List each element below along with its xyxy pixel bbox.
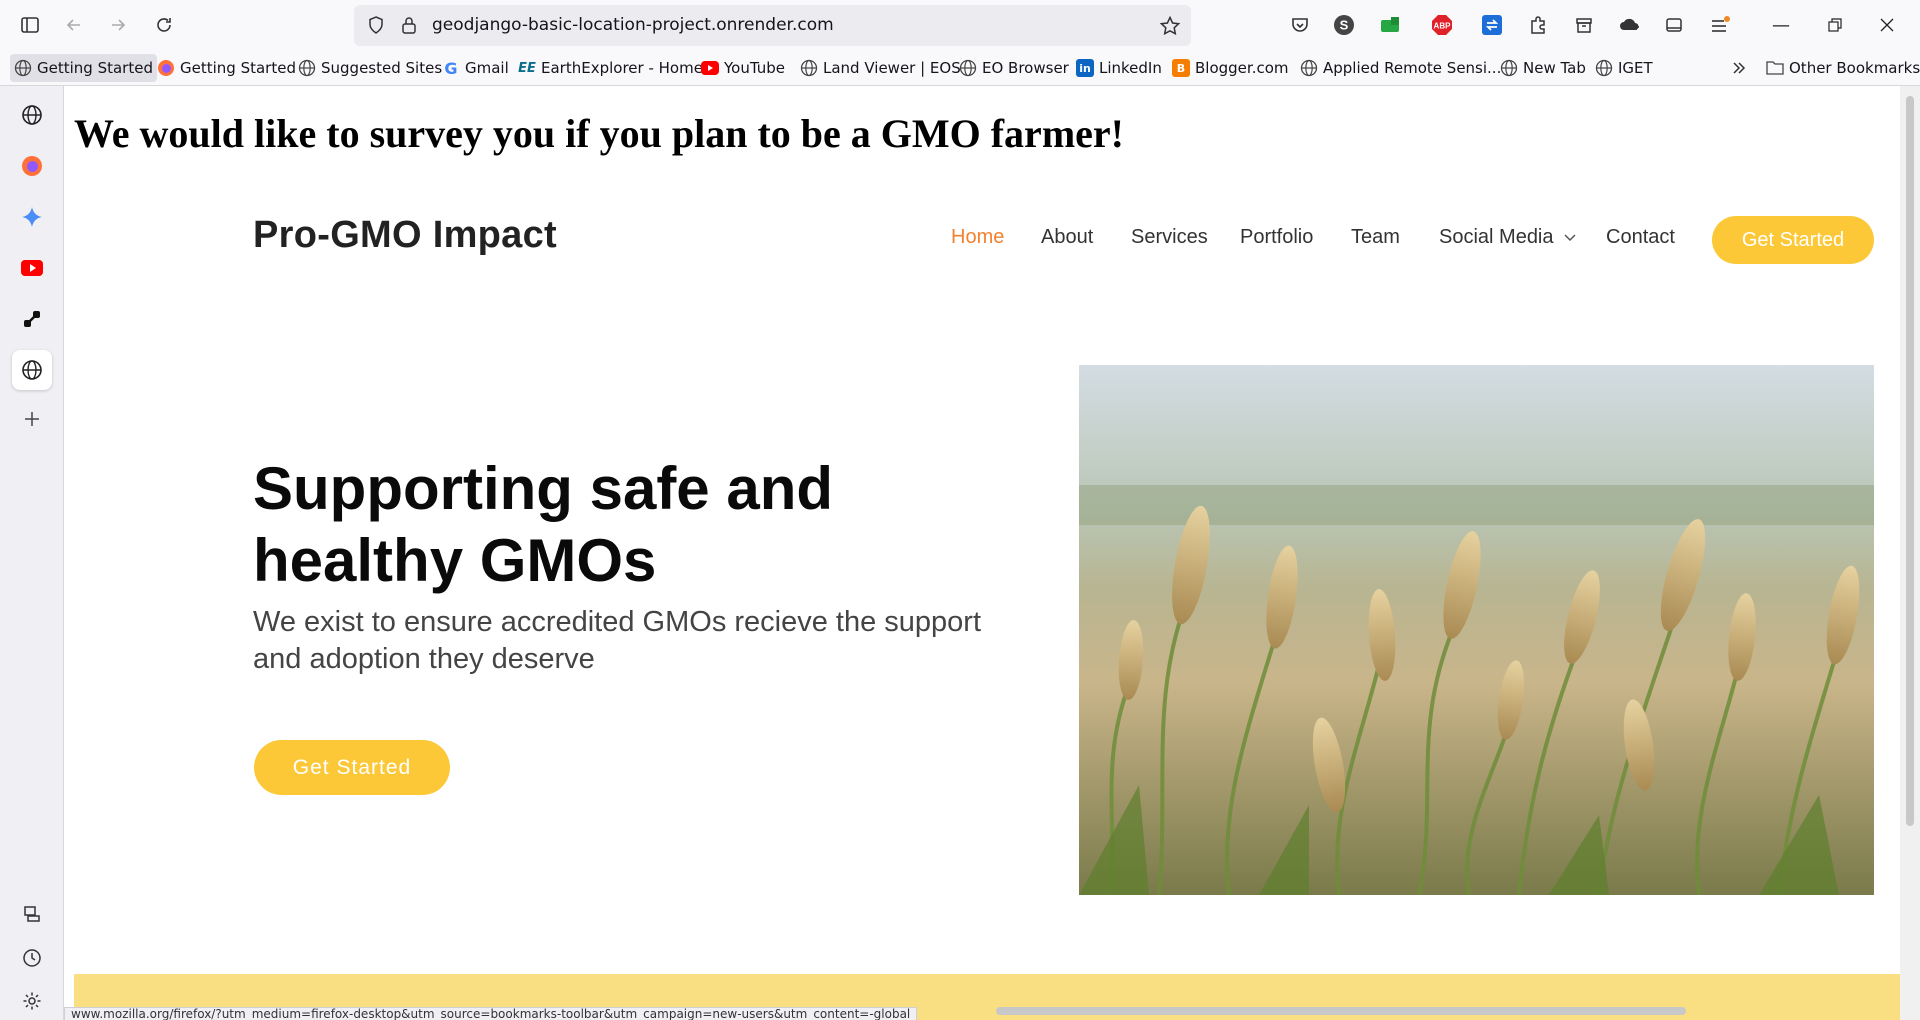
svg-text:S: S [1340, 18, 1349, 33]
bookmark-item[interactable]: YouTube [697, 54, 789, 82]
bookmarks-overflow-chevron-icon[interactable] [1726, 54, 1752, 82]
horizontal-scrollbar-thumb[interactable] [996, 1007, 1686, 1015]
settings-gear-icon[interactable] [12, 981, 52, 1020]
svg-text:ABP: ABP [1434, 22, 1452, 31]
skype-extension-icon[interactable]: S [1331, 12, 1357, 38]
chevron-down-icon [1564, 234, 1576, 242]
forward-icon[interactable] [96, 3, 140, 47]
nav-about[interactable]: About [1041, 226, 1093, 249]
nav-services[interactable]: Services [1131, 226, 1208, 249]
menu-icon[interactable] [1707, 12, 1733, 38]
history-clock-icon[interactable] [12, 938, 52, 978]
restore-icon[interactable] [1820, 10, 1850, 40]
shield-icon[interactable] [366, 15, 386, 39]
bookmark-item[interactable]: B Blogger.com [1168, 54, 1293, 82]
bookmark-item[interactable]: in LinkedIn [1072, 54, 1166, 82]
reload-icon[interactable] [142, 3, 186, 47]
globe-icon [1595, 59, 1613, 77]
add-icon[interactable] [12, 399, 52, 439]
vertical-scrollbar-thumb[interactable] [1906, 96, 1914, 826]
bookmark-item[interactable]: EE EarthExplorer - Home [514, 54, 707, 82]
nav-team[interactable]: Team [1351, 226, 1400, 249]
hero-subtitle-line: and adoption they deserve [253, 643, 595, 675]
back-icon[interactable] [52, 3, 96, 47]
wheat-field-image [1079, 365, 1874, 895]
extensions-puzzle-icon[interactable] [1525, 12, 1551, 38]
globe-icon [1500, 59, 1518, 77]
close-icon[interactable] [1872, 10, 1902, 40]
globe-icon [298, 59, 316, 77]
nav-contact[interactable]: Contact [1606, 226, 1675, 249]
folder-icon [1766, 59, 1784, 77]
bookmark-item[interactable]: Getting Started [10, 54, 157, 82]
hero-title: Supporting safe and healthy GMOs [253, 453, 953, 597]
status-url-tooltip: www.mozilla.org/firefox/?utm_medium=fire… [64, 1007, 918, 1020]
sync-extension-icon[interactable] [1479, 12, 1505, 38]
browser-toolbar: geodjango-basic-location-project.onrende… [0, 0, 1920, 50]
survey-banner-heading: We would like to survey you if you plan … [74, 111, 1124, 156]
lock-icon[interactable] [400, 15, 418, 39]
globe-icon[interactable] [12, 95, 52, 135]
customize-sidebar-icon[interactable] [12, 894, 52, 934]
blogger-icon: B [1172, 59, 1190, 77]
bookmark-star-icon[interactable] [1159, 15, 1181, 41]
firefox-icon[interactable] [12, 146, 52, 186]
globe-icon [1300, 59, 1318, 77]
nav-get-started-button[interactable]: Get Started [1712, 216, 1874, 264]
nav-portfolio[interactable]: Portfolio [1240, 226, 1313, 249]
cloud-sync-icon[interactable] [1617, 12, 1643, 38]
globe-icon [800, 59, 818, 77]
green-extension-icon[interactable] [1377, 12, 1403, 38]
hero-title-line: healthy GMOs [253, 527, 657, 594]
linkedin-icon: in [1076, 59, 1094, 77]
url-bar[interactable]: geodjango-basic-location-project.onrende… [354, 5, 1191, 46]
other-bookmarks[interactable]: Other Bookmarks [1762, 54, 1920, 82]
youtube-icon[interactable] [12, 248, 52, 288]
earthexplorer-icon: EE [518, 60, 536, 76]
bookmark-item[interactable]: G Gmail [438, 54, 513, 82]
globe-icon [959, 59, 977, 77]
bookmark-item[interactable]: New Tab [1496, 54, 1590, 82]
browser-sidebar [0, 86, 64, 1020]
globe-icon [14, 59, 32, 77]
site-logo[interactable]: Pro-GMO Impact [253, 214, 557, 257]
web-page: We would like to survey you if you plan … [64, 86, 1900, 1020]
youtube-icon [701, 59, 719, 77]
firefox-icon [157, 59, 175, 77]
sparkle-ai-icon[interactable] [12, 197, 52, 237]
sidebar-toggle-icon[interactable] [8, 3, 52, 47]
hero-get-started-button[interactable]: Get Started [254, 740, 450, 795]
hero-subtitle-line: We exist to ensure accredited GMOs recie… [253, 606, 982, 638]
bookmark-item[interactable]: EO Browser [955, 54, 1073, 82]
hero-subtitle: We exist to ensure accredited GMOs recie… [253, 604, 1113, 678]
globe-icon[interactable] [12, 350, 52, 390]
nav-home[interactable]: Home [951, 226, 1004, 249]
bookmark-item[interactable]: Suggested Sites [294, 54, 446, 82]
archive-icon[interactable] [1571, 12, 1597, 38]
link-extension-icon[interactable] [12, 299, 52, 339]
bookmark-item[interactable]: Applied Remote Sensi... [1296, 54, 1505, 82]
url-text[interactable]: geodjango-basic-location-project.onrende… [432, 5, 834, 46]
sidebar-view-icon[interactable] [1661, 12, 1687, 38]
minimize-icon[interactable]: — [1766, 10, 1796, 40]
bookmark-item[interactable]: Land Viewer | EOS [796, 54, 965, 82]
nav-social-media-label: Social Media [1439, 226, 1554, 248]
bookmark-item[interactable]: IGET [1591, 54, 1657, 82]
google-icon: G [444, 58, 458, 78]
pocket-icon[interactable] [1287, 12, 1313, 38]
bookmark-item[interactable]: Getting Started [153, 54, 300, 82]
hero-title-line: Supporting safe and [253, 455, 834, 522]
adblock-plus-icon[interactable]: ABP [1429, 12, 1455, 38]
bookmarks-bar: Getting Started Getting Started Suggeste… [0, 50, 1920, 86]
nav-social-media[interactable]: Social Media [1439, 226, 1577, 249]
